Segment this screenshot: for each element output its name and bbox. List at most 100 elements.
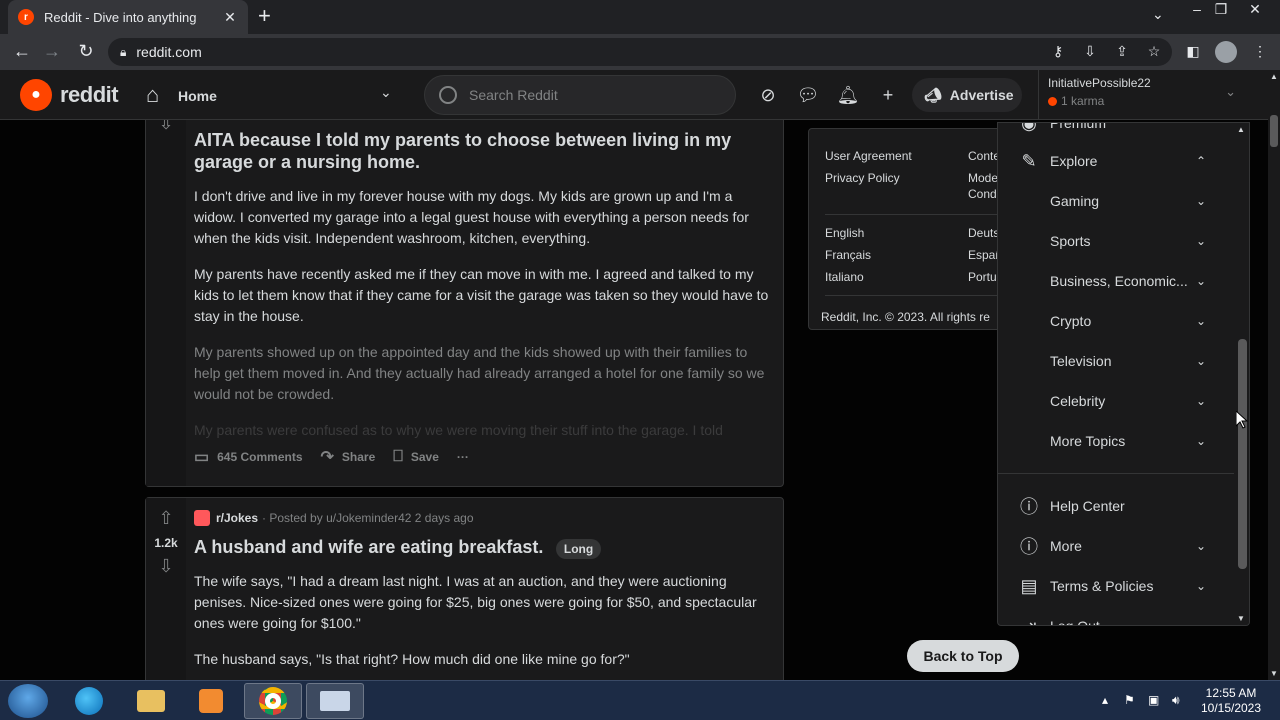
chevron-down-icon: ⌄ — [1196, 539, 1207, 553]
chevron-up-icon: ⌃ — [1196, 154, 1207, 168]
edge-icon — [75, 687, 103, 715]
key-icon[interactable]: ⚷ — [1048, 43, 1068, 60]
chevron-down-icon: ⌄ — [1196, 234, 1207, 248]
divider — [825, 295, 1025, 296]
taskbar-chrome[interactable] — [244, 683, 302, 719]
share-button[interactable]: ↷ Share — [321, 447, 376, 467]
chrome-icon — [259, 687, 287, 715]
folder-icon — [137, 690, 165, 712]
advertise-button[interactable]: 📣︎ Advertise — [912, 78, 1022, 112]
comments-button[interactable]: ▭ 645 Comments — [194, 447, 303, 467]
new-tab-icon[interactable]: + — [258, 5, 271, 27]
chrome-menu-icon[interactable]: ⋮ — [1250, 43, 1270, 60]
menu-item-more[interactable]: ⓘ More ⌄ — [998, 526, 1234, 566]
posted-by[interactable]: · Posted by u/Jokeminder42 2 days ago — [262, 511, 473, 525]
menu-item-more-topics[interactable]: More Topics ⌄ — [998, 421, 1234, 461]
subreddit-icon[interactable] — [194, 510, 210, 526]
page-scrollbar[interactable]: ▲ ▼ — [1268, 70, 1280, 680]
post-body[interactable]: The wife says, "I had a dream last night… — [194, 571, 771, 670]
page-scroll-thumb[interactable] — [1270, 115, 1278, 147]
site-info-icon[interactable]: 🔒︎ — [120, 45, 126, 60]
side-panel-icon[interactable]: ◧ — [1183, 43, 1203, 60]
tray-expand-icon[interactable]: ▴ — [1102, 693, 1108, 707]
search-input[interactable] — [469, 87, 709, 103]
upvote-icon[interactable]: ⇧ — [156, 508, 176, 529]
menu-item-crypto[interactable]: Crypto ⌄ — [998, 301, 1234, 341]
scroll-down-icon[interactable]: ▼ — [1237, 614, 1245, 623]
browser-tab[interactable]: r Reddit - Dive into anything ✕ — [8, 0, 248, 34]
downvote-icon[interactable]: ⇩ — [156, 120, 176, 134]
menu-item-premium[interactable]: ◉ Premium — [998, 123, 1234, 143]
menu-item-help-center[interactable]: ⓘ Help Center — [998, 486, 1234, 526]
profile-avatar[interactable] — [1215, 41, 1237, 63]
tab-search-chevron-icon[interactable]: ⌄ — [1152, 6, 1164, 23]
reddit-wordmark[interactable]: reddit — [60, 82, 119, 108]
reddit-logo-icon[interactable]: ● — [20, 79, 52, 111]
post-title[interactable]: AITA because I told my parents to choose… — [194, 129, 771, 173]
language-english[interactable]: English — [825, 226, 864, 240]
content-policy-link[interactable]: Conte — [968, 149, 1000, 163]
volume-icon[interactable]: 🔊︎ — [1172, 693, 1180, 708]
search-bar[interactable] — [424, 75, 736, 115]
moderator-code-link-cont[interactable]: Cond — [968, 187, 997, 201]
forward-arrow-icon[interactable]: → — [41, 41, 63, 62]
share-icon[interactable]: ⇪ — [1112, 43, 1132, 60]
post-title[interactable]: A husband and wife are eating breakfast. — [194, 537, 543, 557]
action-center-icon[interactable]: ⚑ — [1124, 693, 1135, 707]
reload-icon[interactable]: ↻ — [75, 41, 97, 62]
language-portuguese[interactable]: Portu — [968, 270, 997, 284]
install-icon[interactable]: ⇩ — [1080, 43, 1100, 60]
chat-icon[interactable]: 💬︎ — [796, 83, 820, 107]
menu-item-terms[interactable]: ▤ Terms & Policies ⌄ — [998, 566, 1234, 606]
bookmark-star-icon[interactable]: ☆ — [1144, 43, 1164, 60]
privacy-policy-link[interactable]: Privacy Policy — [825, 171, 900, 185]
language-french[interactable]: Français — [825, 248, 871, 262]
menu-item-business[interactable]: Business, Economic... ⌄ — [998, 261, 1234, 301]
taskbar-explorer[interactable] — [122, 683, 180, 719]
user-agreement-link[interactable]: User Agreement — [825, 149, 912, 163]
close-tab-icon[interactable]: ✕ — [222, 9, 238, 26]
home-icon[interactable]: ⌂ — [146, 82, 159, 108]
network-icon[interactable]: ▣ — [1148, 693, 1159, 707]
window-close-icon[interactable]: ✕ — [1240, 0, 1270, 18]
menu-item-explore[interactable]: ✎ Explore ⌃ — [998, 141, 1234, 181]
menu-item-celebrity[interactable]: Celebrity ⌄ — [998, 381, 1234, 421]
user-menu-button[interactable]: InitiativePossible22 1 karma ⌄ — [1038, 70, 1250, 119]
taskbar-edge[interactable] — [60, 683, 118, 719]
home-feed-label[interactable]: Home — [178, 88, 217, 104]
menu-item-sports[interactable]: Sports ⌄ — [998, 221, 1234, 261]
taskbar-media[interactable] — [182, 683, 240, 719]
chevron-down-icon: ⌄ — [1196, 394, 1207, 408]
menu-scrollbar[interactable]: ▲ ▼ — [1235, 123, 1249, 625]
language-german[interactable]: Deuts — [968, 226, 999, 240]
notifications-bell-icon[interactable]: 🔔︎ — [836, 83, 860, 107]
post-card[interactable]: ⇩ AITA because I told my parents to choo… — [145, 120, 784, 487]
more-options-button[interactable]: ··· — [457, 450, 469, 464]
subreddit-link[interactable]: r/Jokes — [216, 511, 258, 525]
restore-icon[interactable]: ❐ — [1206, 0, 1236, 18]
scroll-up-icon[interactable]: ▲ — [1237, 125, 1245, 134]
taskbar-remote[interactable] — [306, 683, 364, 719]
scroll-up-icon[interactable]: ▲ — [1270, 72, 1278, 81]
feed-selector-chevron-icon[interactable]: ⌄ — [380, 84, 392, 101]
menu-item-logout[interactable]: ⇥ Log Out — [998, 606, 1234, 626]
start-button-icon[interactable] — [8, 684, 48, 718]
menu-scroll-thumb[interactable] — [1238, 339, 1247, 569]
back-arrow-icon[interactable]: ← — [11, 41, 33, 62]
moderator-code-link[interactable]: Mode — [968, 171, 998, 185]
post-paragraph: I don't drive and live in my forever hou… — [194, 188, 749, 246]
system-clock[interactable]: 12:55 AM 10/15/2023 — [1196, 686, 1266, 716]
post-card[interactable]: ⇧ 1.2k ⇩ r/Jokes · Posted by u/Jokeminde… — [145, 497, 784, 680]
back-to-top-button[interactable]: Back to Top — [907, 640, 1019, 672]
save-button[interactable]: ⎕ Save — [393, 448, 439, 466]
scroll-down-icon[interactable]: ▼ — [1270, 669, 1278, 678]
popular-icon[interactable]: ⊘ — [756, 83, 780, 107]
language-italian[interactable]: Italiano — [825, 270, 864, 284]
downvote-icon[interactable]: ⇩ — [156, 556, 176, 577]
menu-item-gaming[interactable]: Gaming ⌄ — [998, 181, 1234, 221]
address-bar[interactable]: 🔒︎ reddit.com — [108, 38, 1172, 66]
post-flair[interactable]: Long — [555, 538, 602, 559]
post-body[interactable]: I don't drive and live in my forever hou… — [194, 186, 771, 441]
menu-item-television[interactable]: Television ⌄ — [998, 341, 1234, 381]
create-post-icon[interactable]: + — [876, 83, 900, 107]
